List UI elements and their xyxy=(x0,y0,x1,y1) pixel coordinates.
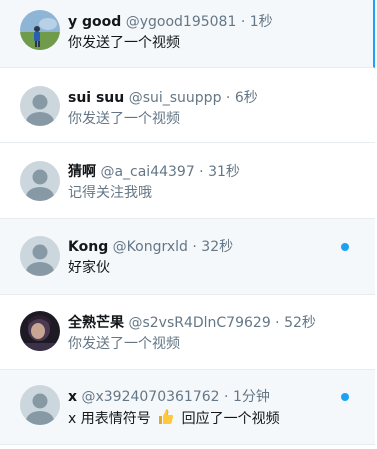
user-handle: @Kongrxld xyxy=(112,239,188,255)
preview-suffix: 回应了一个视频 xyxy=(181,411,280,427)
conversation-header: 全熟芒果 @s2vsR4DlnC79629 · 52秒 xyxy=(68,314,355,332)
unread-dot xyxy=(341,243,349,251)
unread-dot xyxy=(341,393,349,401)
timestamp: 1分钟 xyxy=(232,389,270,405)
default-avatar-icon xyxy=(20,385,60,425)
separator: · xyxy=(219,389,233,405)
timestamp: 31秒 xyxy=(208,164,240,180)
display-name: y good xyxy=(68,14,122,30)
timestamp: 1秒 xyxy=(249,14,273,30)
conversation-row[interactable]: sui suu @sui_suuppp · 6秒 你发送了一个视频 xyxy=(0,68,375,143)
avatar[interactable] xyxy=(20,236,60,276)
user-handle: @x3924070361762 xyxy=(81,389,220,405)
conversation-row[interactable]: Kong @Kongrxld · 32秒 好家伙 xyxy=(0,219,375,295)
display-name: 全熟芒果 xyxy=(68,315,124,331)
avatar[interactable] xyxy=(20,86,60,126)
timestamp: 6秒 xyxy=(234,90,258,106)
conversation-header: sui suu @sui_suuppp · 6秒 xyxy=(68,89,355,107)
user-handle: @a_cai44397 xyxy=(100,164,195,180)
thumbs-up-emoji-icon xyxy=(157,408,175,432)
message-preview: 记得关注我哦 xyxy=(68,185,152,201)
display-name: sui suu xyxy=(68,90,125,106)
default-avatar-icon xyxy=(20,86,60,126)
default-avatar-icon xyxy=(20,161,60,201)
avatar[interactable] xyxy=(20,10,60,50)
separator: · xyxy=(187,239,202,255)
display-name: 猜啊 xyxy=(68,164,96,180)
avatar[interactable] xyxy=(20,385,60,425)
photo-avatar-icon xyxy=(20,311,60,351)
message-preview: 你发送了一个视频 xyxy=(68,35,180,51)
conversation-row[interactable]: 全熟芒果 @s2vsR4DlnC79629 · 52秒 你发送了一个视频 xyxy=(0,295,375,370)
user-handle: @s2vsR4DlnC79629 xyxy=(128,315,271,331)
user-handle: @sui_suuppp xyxy=(128,90,222,106)
separator: · xyxy=(236,14,250,30)
conversation-list: y good @ygood195081 · 1秒 你发送了一个视频 sui su… xyxy=(0,0,377,449)
preview-prefix: x 用表情符号 xyxy=(68,411,151,427)
display-name: x xyxy=(68,389,78,405)
conversation-row[interactable]: y good @ygood195081 · 1秒 你发送了一个视频 xyxy=(0,0,375,68)
conversation-header: 猜啊 @a_cai44397 · 31秒 xyxy=(68,163,355,181)
conversation-header: Kong @Kongrxld · 32秒 xyxy=(68,238,355,256)
message-preview: 你发送了一个视频 xyxy=(68,336,180,352)
photo-avatar-icon xyxy=(20,10,60,50)
separator: · xyxy=(270,315,285,331)
default-avatar-icon xyxy=(20,236,60,276)
avatar[interactable] xyxy=(20,161,60,201)
conversation-row[interactable]: x @x3924070361762 · 1分钟 x 用表情符号 回应了一个视频 xyxy=(0,370,375,445)
message-preview: x 用表情符号 回应了一个视频 xyxy=(68,408,355,432)
display-name: Kong xyxy=(68,239,109,255)
conversation-header: x @x3924070361762 · 1分钟 xyxy=(68,388,355,406)
timestamp: 32秒 xyxy=(201,239,234,255)
avatar[interactable] xyxy=(20,311,60,351)
message-preview: 好家伙 xyxy=(68,260,110,276)
separator: · xyxy=(194,164,209,180)
separator: · xyxy=(221,90,235,106)
conversation-header: y good @ygood195081 · 1秒 xyxy=(68,13,353,31)
message-preview: 你发送了一个视频 xyxy=(68,111,180,127)
user-handle: @ygood195081 xyxy=(125,14,237,30)
conversation-row[interactable]: 猜啊 @a_cai44397 · 31秒 记得关注我哦 xyxy=(0,143,375,219)
timestamp: 52秒 xyxy=(284,315,316,331)
